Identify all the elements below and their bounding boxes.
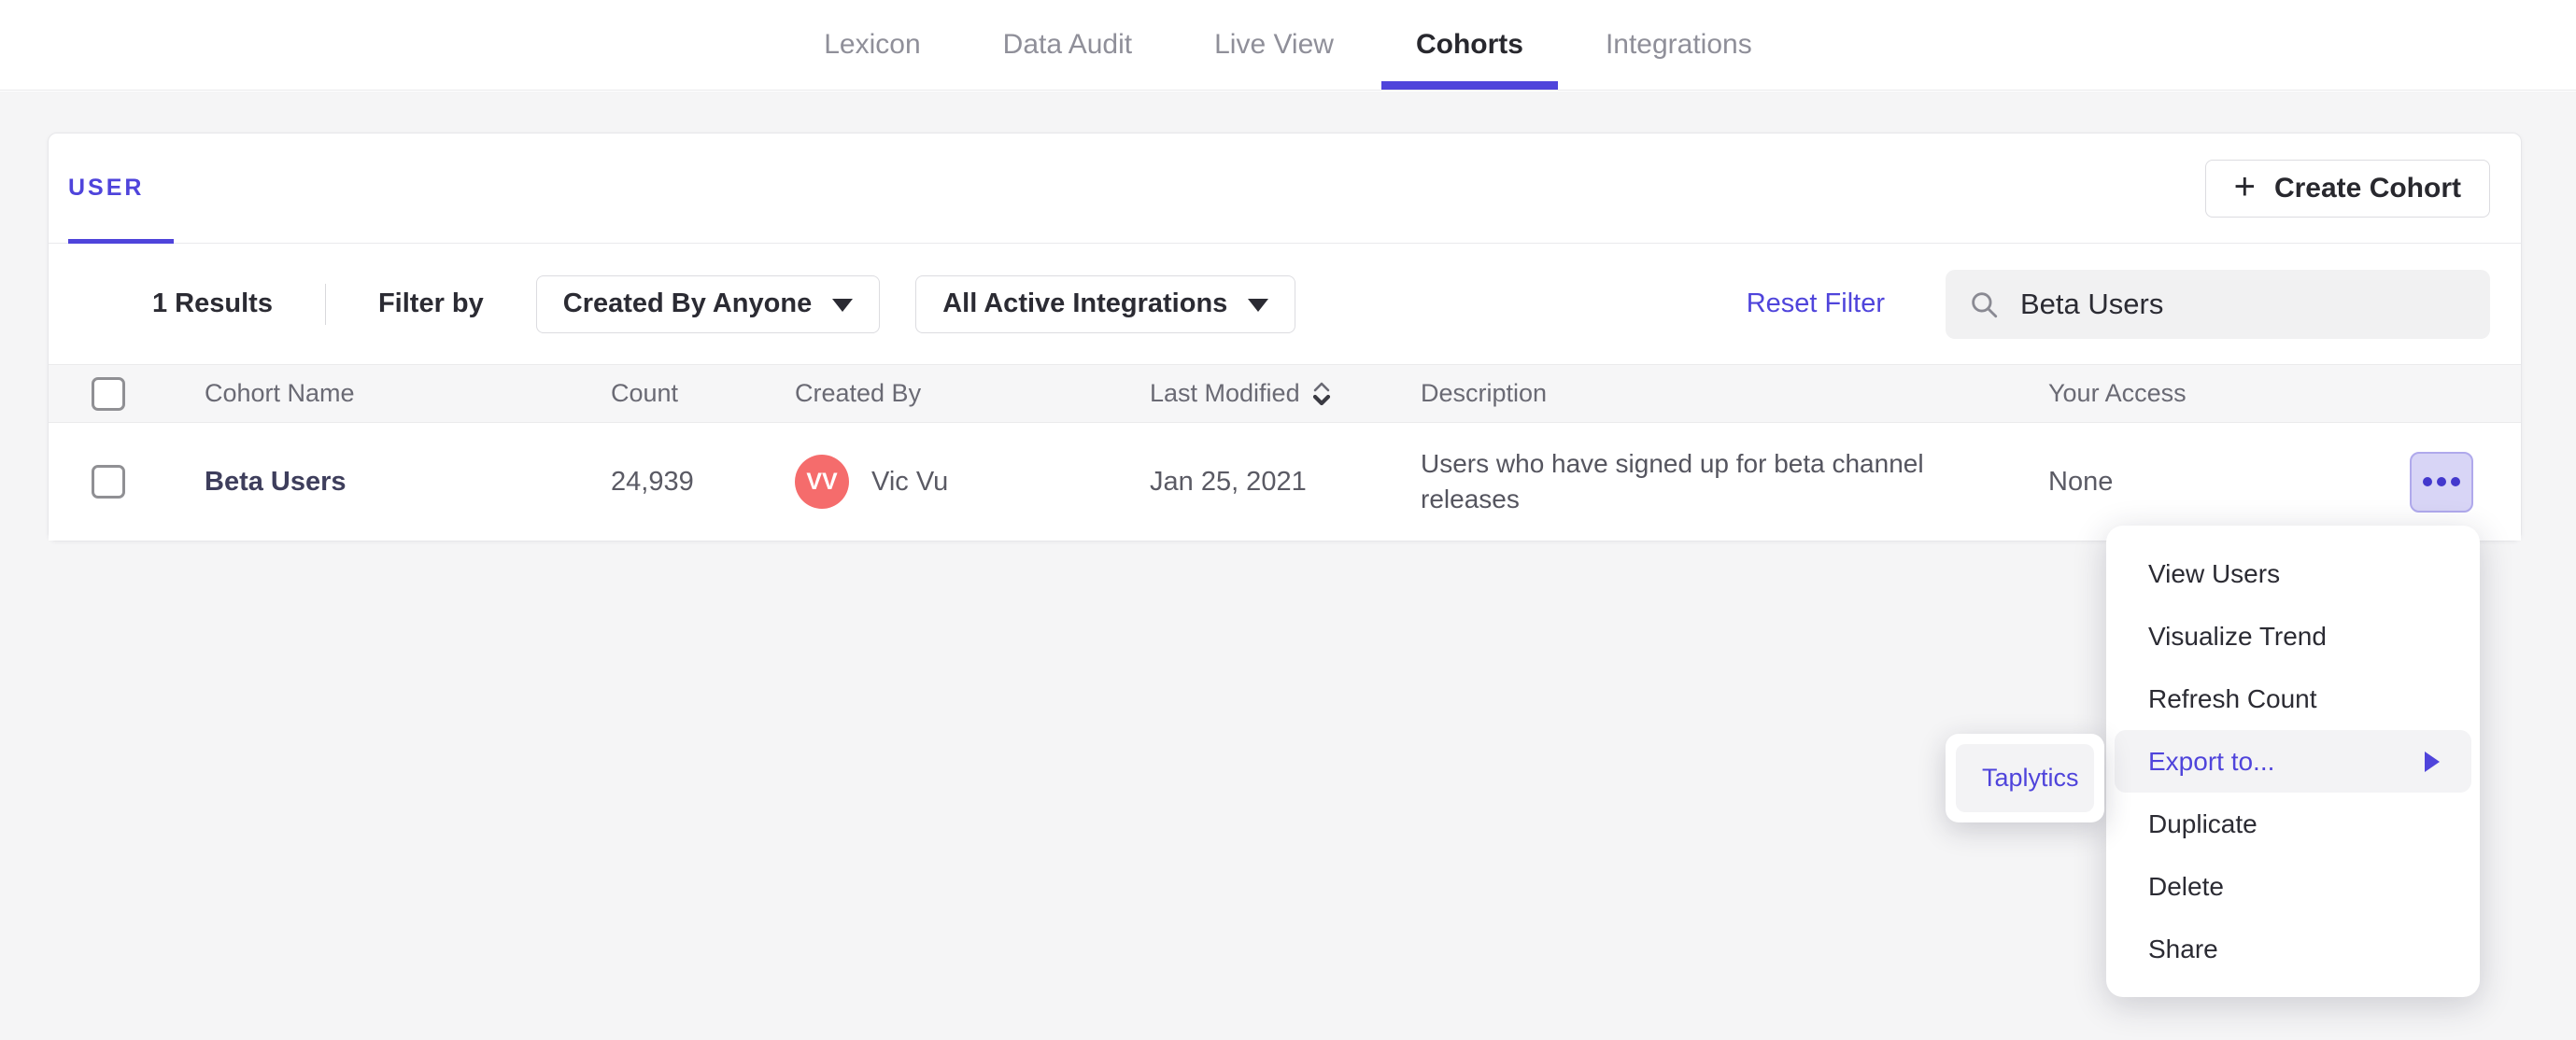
more-icon bbox=[2437, 477, 2446, 486]
plus-icon: + bbox=[2233, 166, 2256, 207]
menu-item-delete[interactable]: Delete bbox=[2106, 855, 2480, 918]
menu-item-visualize-trend[interactable]: Visualize Trend bbox=[2106, 605, 2480, 668]
integrations-dropdown-label: All Active Integrations bbox=[942, 288, 1228, 318]
header-count: Count bbox=[611, 379, 679, 407]
table-row: Beta Users 24,939 VV Vic Vu Jan 25, 2021… bbox=[49, 423, 2521, 541]
row-context-menu: View Users Visualize Trend Refresh Count… bbox=[2106, 526, 2480, 997]
avatar: VV bbox=[795, 455, 849, 509]
header-cohort-name: Cohort Name bbox=[205, 379, 355, 407]
chevron-down-icon bbox=[1248, 299, 1269, 312]
submenu-item-taplytics[interactable]: Taplytics bbox=[1956, 744, 2094, 812]
last-modified-value: Jan 25, 2021 bbox=[1150, 466, 1307, 497]
menu-item-share[interactable]: Share bbox=[2106, 918, 2480, 980]
export-submenu: Taplytics bbox=[1946, 734, 2104, 822]
sort-icon bbox=[1312, 382, 1330, 405]
card-tab-strip: USER + Create Cohort bbox=[49, 134, 2521, 244]
cohort-count: 24,939 bbox=[611, 466, 694, 497]
menu-item-export-to-label: Export to... bbox=[2148, 746, 2275, 776]
results-count: 1 Results bbox=[152, 288, 273, 318]
tab-cohorts[interactable]: Cohorts bbox=[1380, 0, 1558, 90]
table-header: Cohort Name Count Created By Last Modifi… bbox=[49, 364, 2521, 423]
created-by-dropdown-label: Created By Anyone bbox=[562, 288, 813, 318]
menu-item-view-users[interactable]: View Users bbox=[2106, 542, 2480, 605]
filter-row: 1 Results Filter by Created By Anyone Al… bbox=[49, 244, 2521, 364]
more-icon bbox=[2451, 477, 2460, 486]
menu-item-duplicate[interactable]: Duplicate bbox=[2106, 793, 2480, 855]
description-value: Users who have signed up for beta channe… bbox=[1421, 449, 1924, 513]
header-last-modified[interactable]: Last Modified bbox=[1150, 379, 1421, 408]
search-box[interactable] bbox=[1946, 269, 2490, 339]
created-by-cell: VV Vic Vu bbox=[795, 455, 1150, 509]
page: Lexicon Data Audit Live View Cohorts Int… bbox=[0, 0, 2576, 1040]
created-by-name: Vic Vu bbox=[871, 466, 949, 497]
create-cohort-button[interactable]: + Create Cohort bbox=[2204, 160, 2490, 218]
header-description: Description bbox=[1421, 379, 1548, 407]
tab-live-view[interactable]: Live View bbox=[1214, 0, 1334, 90]
created-by-dropdown[interactable]: Created By Anyone bbox=[535, 274, 881, 333]
tab-data-audit[interactable]: Data Audit bbox=[1003, 0, 1132, 90]
integrations-dropdown[interactable]: All Active Integrations bbox=[915, 274, 1296, 333]
chevron-down-icon bbox=[832, 299, 854, 312]
divider bbox=[324, 283, 326, 325]
main-content: USER + Create Cohort 1 Results Filter by… bbox=[0, 91, 2576, 1040]
filter-by-label: Filter by bbox=[377, 288, 484, 318]
access-value: None bbox=[2048, 466, 2114, 497]
header-your-access: Your Access bbox=[2048, 379, 2187, 407]
menu-item-export-to[interactable]: Export to... bbox=[2115, 730, 2471, 793]
header-last-modified-label: Last Modified bbox=[1150, 379, 1300, 407]
search-input[interactable] bbox=[2020, 287, 2450, 321]
more-actions-button[interactable] bbox=[2410, 451, 2473, 513]
tab-user[interactable]: USER bbox=[68, 134, 175, 244]
select-all-checkbox[interactable] bbox=[92, 376, 125, 411]
more-icon bbox=[2423, 477, 2432, 486]
create-cohort-label: Create Cohort bbox=[2273, 173, 2461, 204]
reset-filter-link[interactable]: Reset Filter bbox=[1747, 288, 1885, 319]
tab-lexicon[interactable]: Lexicon bbox=[824, 0, 920, 90]
search-icon bbox=[1972, 291, 1998, 317]
header-created-by: Created By bbox=[795, 379, 922, 407]
row-checkbox[interactable] bbox=[92, 465, 125, 499]
menu-item-refresh-count[interactable]: Refresh Count bbox=[2106, 668, 2480, 730]
cohort-name-link[interactable]: Beta Users bbox=[205, 467, 347, 497]
submenu-arrow-icon bbox=[2425, 751, 2440, 772]
top-navigation: Lexicon Data Audit Live View Cohorts Int… bbox=[0, 0, 2576, 91]
tab-integrations[interactable]: Integrations bbox=[1606, 0, 1752, 90]
cohorts-card: USER + Create Cohort 1 Results Filter by… bbox=[48, 133, 2522, 541]
